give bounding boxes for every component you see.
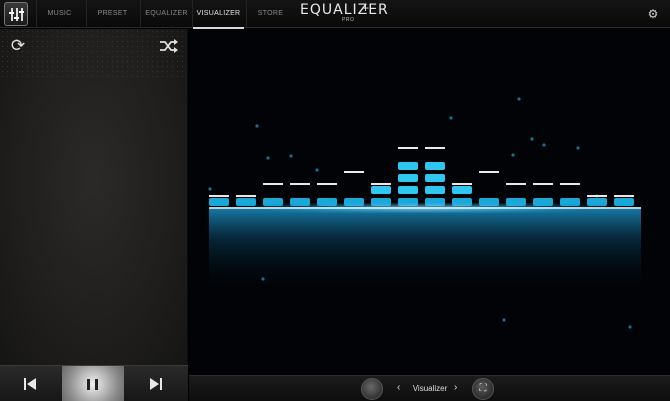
bar-segment <box>209 198 229 206</box>
peak-indicator <box>614 195 634 197</box>
gear-icon[interactable]: ⚙ <box>646 7 660 21</box>
equalizer-bars <box>209 147 634 206</box>
peak-indicator <box>506 183 526 185</box>
bar-segment <box>587 198 607 206</box>
particle-dot <box>208 187 212 191</box>
bar-segment <box>398 162 418 170</box>
peak-indicator <box>371 183 391 185</box>
previous-mode-arrow[interactable]: ‹ <box>397 382 400 393</box>
bar-segment <box>425 174 445 182</box>
peak-indicator <box>263 183 283 185</box>
bar-reflection <box>209 209 641 289</box>
bar-segment <box>371 186 391 194</box>
particle-dot <box>511 153 515 157</box>
bar-segment <box>425 186 445 194</box>
peak-indicator <box>479 171 499 173</box>
top-navigation-bar: MUSIC PRESET EQUALIZER VISUALIZER STORE … <box>0 0 670 29</box>
transport-controls <box>0 365 188 401</box>
particle-dot <box>255 124 259 128</box>
particle-dot <box>315 168 319 172</box>
bar-segment <box>560 198 580 206</box>
fullscreen-icon[interactable]: ⛶ <box>472 378 494 400</box>
app-mixer-icon[interactable] <box>4 2 28 26</box>
particle-dot <box>449 116 453 120</box>
bar-segment <box>425 162 445 170</box>
glow-line-core <box>209 207 641 209</box>
brand-logo: EQUALIZER + PRO <box>300 1 388 25</box>
vinyl-icon[interactable] <box>361 378 383 400</box>
tab-music[interactable]: MUSIC <box>36 0 82 28</box>
bar-segment <box>452 186 472 194</box>
bar-segment <box>236 198 256 206</box>
peak-indicator <box>344 171 364 173</box>
bar-segment <box>614 198 634 206</box>
particle-dot <box>289 154 293 158</box>
skip-next-icon[interactable] <box>144 366 168 401</box>
particle-dot <box>502 318 506 322</box>
peak-indicator <box>425 147 445 149</box>
tab-visualizer[interactable]: VISUALIZER <box>192 0 244 29</box>
particle-dot <box>542 143 546 147</box>
peak-indicator <box>317 183 337 185</box>
peak-indicator <box>290 183 310 185</box>
peak-indicator <box>452 183 472 185</box>
left-panel: ⟳ <box>0 29 188 365</box>
peak-indicator <box>236 195 256 197</box>
tab-preset[interactable]: PRESET <box>86 0 138 28</box>
refresh-icon[interactable]: ⟳ <box>8 36 28 56</box>
peak-indicator <box>398 147 418 149</box>
particle-dot <box>628 325 632 329</box>
visualizer-mode-label: Visualizer <box>412 384 448 393</box>
visualizer-control-bar: ‹ Visualizer › ⛶ <box>189 375 670 401</box>
particle-dot <box>530 137 534 141</box>
bar-segment <box>263 198 283 206</box>
visualizer-canvas <box>189 29 670 375</box>
next-mode-arrow[interactable]: › <box>454 382 457 393</box>
particle-dot <box>576 146 580 150</box>
particle-dot <box>266 156 270 160</box>
tab-equalizer[interactable]: EQUALIZER <box>140 0 192 28</box>
peak-indicator <box>533 183 553 185</box>
tab-store[interactable]: STORE <box>246 0 294 28</box>
peak-indicator <box>209 195 229 197</box>
skip-previous-icon[interactable] <box>18 366 42 401</box>
peak-indicator <box>587 195 607 197</box>
bar-segment <box>398 186 418 194</box>
peak-indicator <box>560 183 580 185</box>
pause-button[interactable] <box>62 366 124 401</box>
shuffle-icon[interactable] <box>158 36 180 56</box>
brand-sub: PRO <box>342 17 355 23</box>
visualizer-graphic <box>199 97 651 329</box>
bar-segment <box>398 174 418 182</box>
brand-plus: + <box>362 1 370 15</box>
particle-dot <box>517 97 521 101</box>
